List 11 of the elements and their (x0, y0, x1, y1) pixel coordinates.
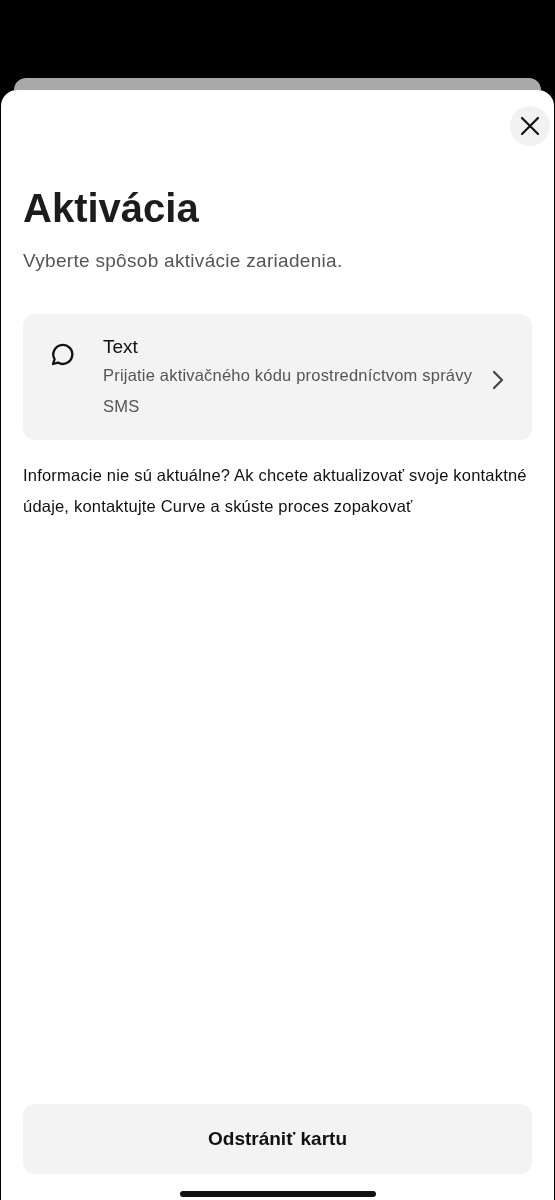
sheet-title: Aktivácia (23, 188, 200, 228)
close-icon (520, 116, 540, 136)
option-description: Prijatie aktivačného kódu prostredníctvom správy SMS (103, 365, 474, 417)
remove-card-button[interactable]: Odstrániť kartu (23, 1104, 532, 1174)
info-text: Informacie nie sú aktuálne? Ak chcete aktualizovať svoje kontaktné údaje, kontaktujte Curve a skúste proces zopakovať (23, 465, 528, 517)
close-button[interactable] (510, 106, 550, 146)
sheet-subtitle: Vyberte spôsob aktivácie zariadenia. (23, 250, 344, 272)
activation-option[interactable]: Text Prijatie aktivačného kódu prostredníctvom správy SMS (23, 314, 532, 440)
chat-bubble-icon (49, 341, 75, 367)
chevron-right-icon (492, 370, 504, 390)
option-title: Text (103, 336, 139, 358)
